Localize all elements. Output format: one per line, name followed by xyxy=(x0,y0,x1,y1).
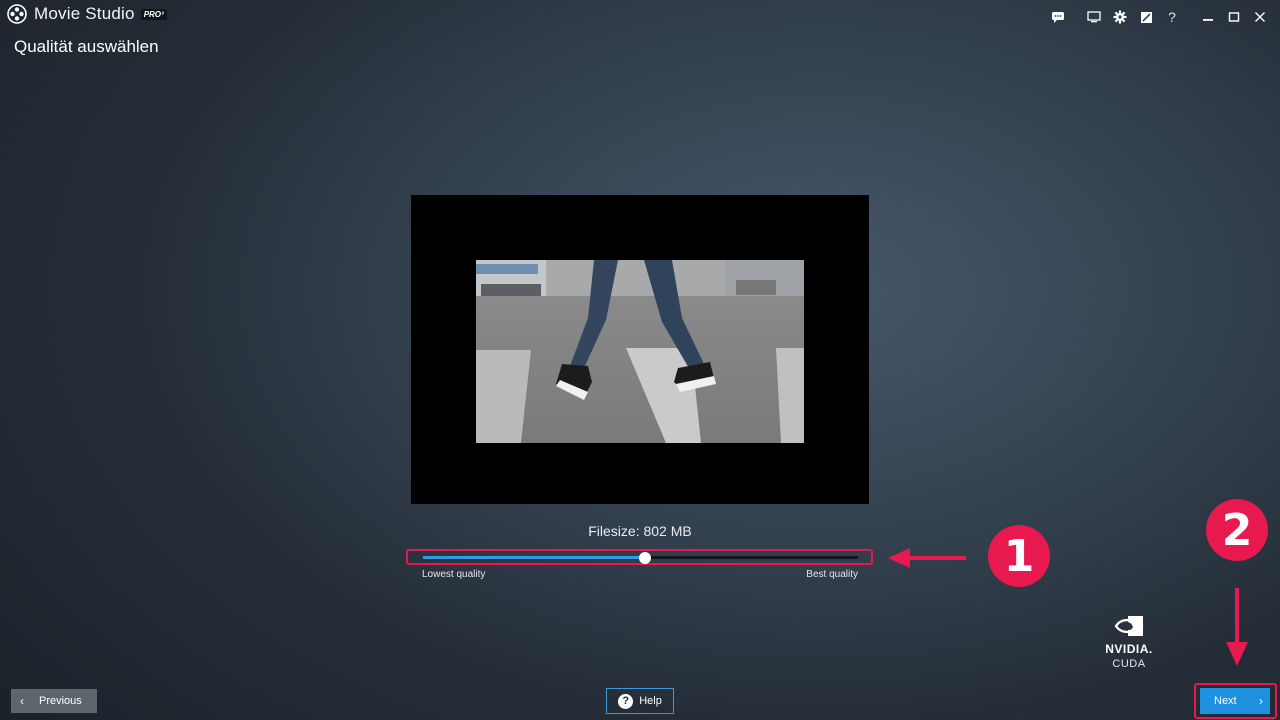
close-icon[interactable] xyxy=(1250,8,1270,26)
chevron-right-icon: › xyxy=(1259,694,1263,708)
page-title: Qualität auswählen xyxy=(14,37,159,56)
previous-label: Previous xyxy=(39,695,82,707)
quality-slider-highlight xyxy=(406,549,873,565)
window-controls: ? xyxy=(1042,8,1270,26)
film-reel-icon xyxy=(6,3,28,25)
previous-button[interactable]: ‹ Previous xyxy=(11,689,97,713)
cuda-label: CUDA xyxy=(1112,658,1146,670)
help-circle-icon: ? xyxy=(618,693,634,709)
slider-thumb[interactable] xyxy=(638,552,651,564)
help-button[interactable]: ? Help xyxy=(606,688,674,714)
lowest-quality-label: Lowest quality xyxy=(422,569,486,580)
screen-icon[interactable] xyxy=(1084,8,1104,26)
settings-gear-icon[interactable] xyxy=(1110,8,1130,26)
help-question-icon[interactable]: ? xyxy=(1162,8,1182,26)
filesize-label: Filesize: 802 MB xyxy=(588,523,692,539)
quality-slider[interactable] xyxy=(423,552,858,564)
nvidia-cuda-badge: NVIDIA. CUDA xyxy=(1097,615,1161,670)
pro-badge: PRO³ xyxy=(140,8,167,20)
arrow-left-annotation xyxy=(888,548,966,568)
video-preview xyxy=(411,195,869,504)
maximize-icon[interactable] xyxy=(1224,8,1244,26)
step-marker-2: 2 xyxy=(1206,499,1268,561)
slider-fill xyxy=(423,556,645,559)
help-label: Help xyxy=(639,695,662,707)
edit-icon[interactable] xyxy=(1136,8,1156,26)
app-brand: Movie Studio PRO³ xyxy=(6,3,167,25)
title-bar: Movie Studio PRO³ ? xyxy=(0,0,1280,34)
nvidia-eye-icon xyxy=(1114,616,1144,636)
feedback-icon[interactable] xyxy=(1048,8,1068,26)
chevron-left-icon: ‹ xyxy=(20,694,24,708)
next-label: Next xyxy=(1214,695,1237,707)
nvidia-wordmark: NVIDIA. xyxy=(1105,642,1153,656)
minimize-icon[interactable] xyxy=(1198,8,1218,26)
arrow-down-annotation xyxy=(1226,588,1248,666)
best-quality-label: Best quality xyxy=(806,569,858,580)
next-button[interactable]: Next › xyxy=(1200,688,1270,714)
app-name: Movie Studio xyxy=(34,4,135,23)
step-marker-1: 1 xyxy=(988,525,1050,587)
video-frame-image xyxy=(476,260,804,443)
